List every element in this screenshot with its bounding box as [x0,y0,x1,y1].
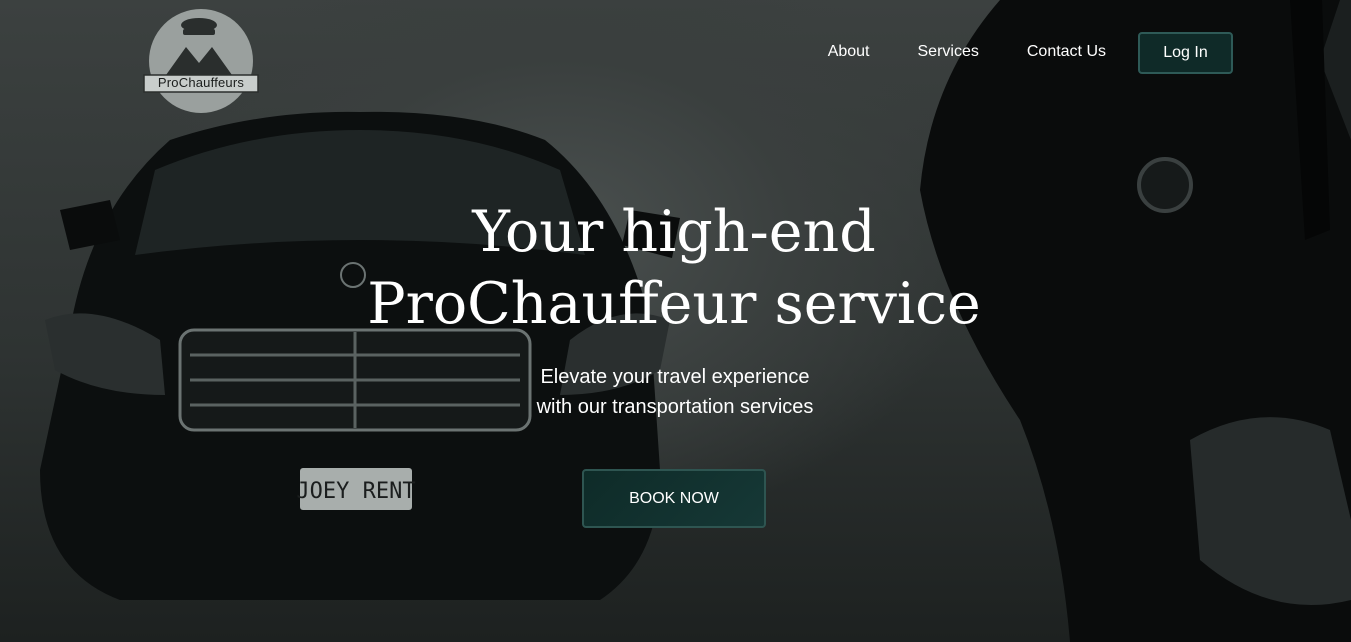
license-plate-text: JOEY RENT [296,479,415,504]
nav-services[interactable]: Services [918,43,979,61]
nav-about[interactable]: About [828,43,870,61]
logo-badge-icon [143,9,259,113]
hero-title-line2: ProChauffeur service [367,271,981,337]
main-nav: About Services Contact Us Log In [828,30,1233,74]
hero-title-line1: Your high-end [472,199,876,265]
hero-section: JOEY RENT ProChauffeurs About Services C… [0,0,1351,642]
brand-name: ProChauffeurs [157,75,245,90]
lapel-pin [1137,157,1193,213]
hero-title: Your high-end ProChauffeur service [300,196,1048,340]
hero-subtitle-line2: with our transportation services [536,396,814,418]
book-now-button[interactable]: BOOK NOW [582,469,766,528]
hero-subtitle-line1: Elevate your travel experience [540,366,810,388]
hero-subtitle: Elevate your travel experience with our … [430,362,920,422]
nav-contact-us[interactable]: Contact Us [1027,43,1106,61]
brand-logo[interactable]: ProChauffeurs [142,5,260,117]
login-button[interactable]: Log In [1138,32,1233,74]
